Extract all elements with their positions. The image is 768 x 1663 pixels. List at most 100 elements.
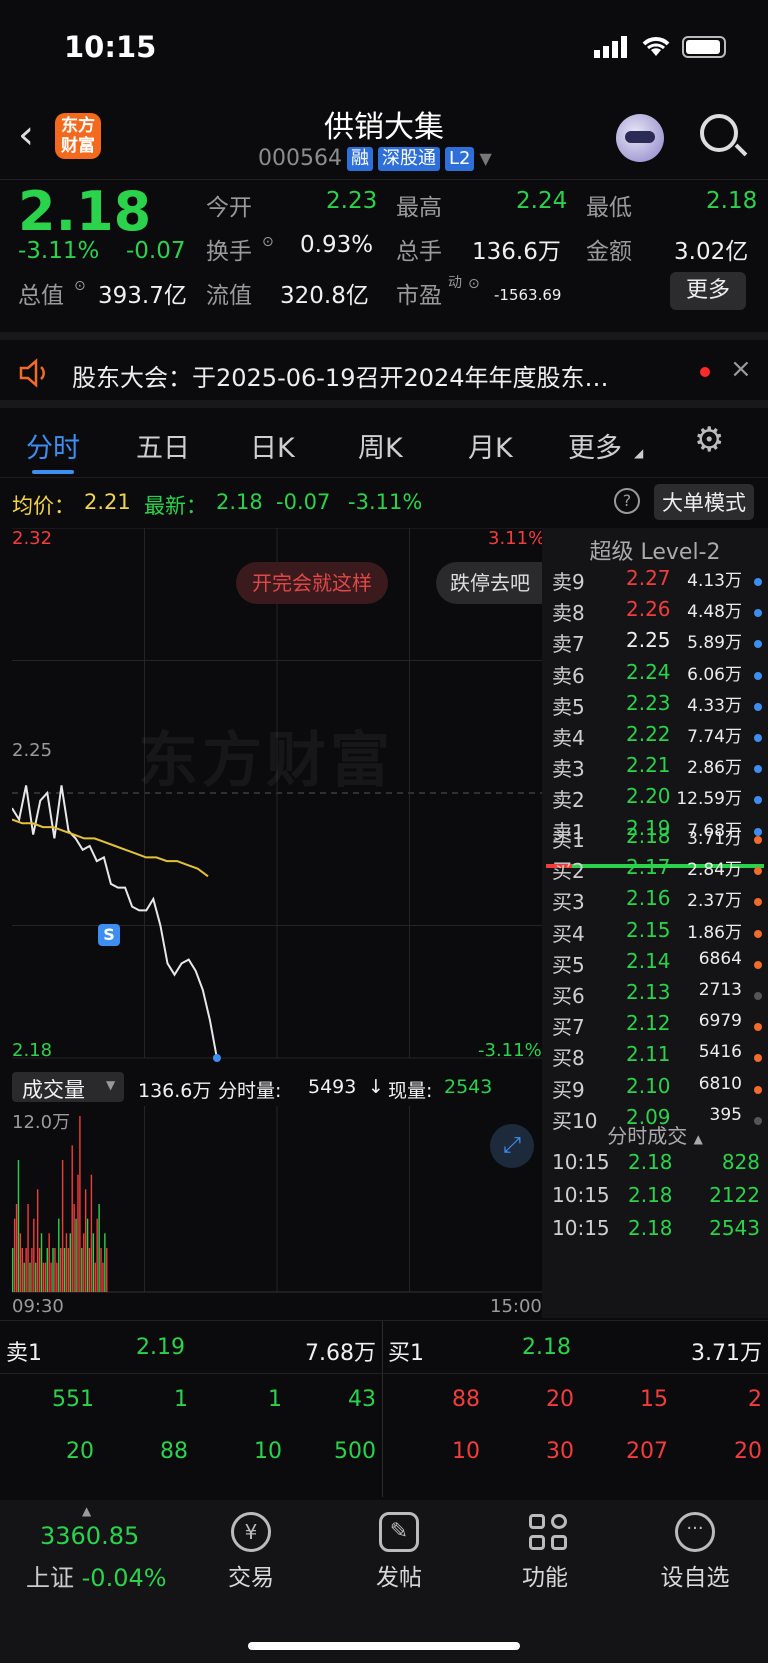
index-value[interactable]: 3360.85 xyxy=(40,1522,139,1550)
close-icon[interactable]: × xyxy=(730,354,752,384)
ask-row[interactable]: 卖6 2.24 6.06万 xyxy=(542,660,768,691)
bid-row[interactable]: 买1 2.18 3.71万 xyxy=(542,824,768,855)
volume-bar xyxy=(12,1248,14,1292)
volume-bar xyxy=(94,1262,96,1292)
tab-monthly[interactable]: 月K xyxy=(468,426,513,465)
info-icon[interactable]: ⊙ xyxy=(262,234,274,250)
index-row[interactable]: 上证 -0.04% xyxy=(26,1558,167,1593)
volume-bar xyxy=(84,1189,87,1292)
x-axis-end-label: 15:00 xyxy=(490,1296,542,1317)
ask-row[interactable]: 卖9 2.27 4.13万 xyxy=(542,566,768,597)
more-button[interactable]: 更多 xyxy=(670,272,746,310)
help-icon[interactable]: ? xyxy=(614,488,640,514)
bid-volume: 1.86万 xyxy=(687,922,742,943)
bid-volume: 2.84万 xyxy=(687,860,742,881)
info-icon[interactable]: ⊙ xyxy=(74,278,86,294)
volume-bar xyxy=(50,1262,52,1292)
avg-value: 2.21 xyxy=(84,490,131,514)
open-label: 今开 xyxy=(206,195,252,221)
bid-row[interactable]: 买9 2.10 6810 xyxy=(542,1074,768,1105)
comment-chip[interactable]: 开完会就这样 xyxy=(236,562,388,604)
stock-code-row[interactable]: 000564 融 深股通 L2 ▼ xyxy=(258,146,492,171)
ask-row[interactable]: 卖7 2.25 5.89万 xyxy=(542,628,768,659)
ask-level-label: 卖7 xyxy=(552,632,585,657)
ask-level-label: 卖4 xyxy=(552,726,585,750)
volume-bar xyxy=(38,1248,41,1292)
signal-icon xyxy=(594,36,627,58)
bid-level-label: 买7 xyxy=(552,1015,585,1040)
notice-bar[interactable]: 股东大会：于2025-06-19召开2024年年度股东… × xyxy=(0,340,768,408)
bid-row[interactable]: 买3 2.16 2.37万 xyxy=(542,886,768,917)
volume-bar xyxy=(56,1262,58,1292)
ask-dot xyxy=(754,671,762,680)
trade-price: 2.18 xyxy=(628,1216,673,1240)
tab-weekly[interactable]: 周K xyxy=(358,426,403,465)
tab-more[interactable]: 更多 xyxy=(568,426,622,465)
queue-order: 1 xyxy=(268,1387,282,1412)
latest-label: 最新： xyxy=(144,494,207,518)
ask-price: 2.21 xyxy=(626,753,671,778)
caret-up-icon[interactable]: ▲ xyxy=(82,1504,91,1518)
comment-chip[interactable]: 跌停去吧 xyxy=(436,562,542,604)
tab-intraday[interactable]: 分时 xyxy=(26,426,80,465)
add-watchlist-label: 设自选 xyxy=(660,1565,730,1591)
tag-margin: 融 xyxy=(346,146,373,171)
volume-bar xyxy=(100,1248,102,1292)
float-label: 流值 xyxy=(206,283,252,309)
sell-signal-marker[interactable]: S xyxy=(98,924,120,946)
bid-level-label: 买5 xyxy=(552,952,585,977)
latest-percent: -3.11% xyxy=(348,490,423,514)
volume-bar xyxy=(77,1174,79,1292)
trade-button[interactable]: ¥ 交易 xyxy=(196,1512,306,1592)
queue-order: 20 xyxy=(66,1439,94,1464)
latest-value: 2.18 xyxy=(216,490,263,514)
ask-level-label: 卖3 xyxy=(552,757,585,782)
big-order-mode-button[interactable]: 大单模式 xyxy=(654,484,754,520)
volume-bar xyxy=(60,1248,62,1292)
bid-row[interactable]: 买5 2.14 6864 xyxy=(542,949,768,980)
amount-label: 金额 xyxy=(586,239,632,265)
bid-row[interactable]: 买4 2.15 1.86万 xyxy=(542,918,768,949)
volume-bar xyxy=(33,1218,35,1292)
bid-dot xyxy=(754,867,762,876)
queue-order: 10 xyxy=(254,1439,282,1464)
bid-price: 2.15 xyxy=(626,917,671,942)
search-icon[interactable] xyxy=(700,114,738,152)
index-name: 上证 xyxy=(26,1564,74,1592)
ask-price: 2.24 xyxy=(626,659,671,684)
volume-bar xyxy=(75,1218,77,1292)
assistant-robot-icon[interactable] xyxy=(616,114,664,162)
trades-header[interactable]: 分时成交 ▲ xyxy=(542,1120,768,1149)
volume-chart[interactable]: 12.0万 09:30 15:00 ⤢ xyxy=(12,1106,542,1318)
battery-icon xyxy=(682,36,726,58)
chevron-down-icon: ▼ xyxy=(106,1078,116,1092)
info-icon[interactable]: ⊙ xyxy=(468,276,480,292)
volume-bar xyxy=(40,1233,43,1292)
add-watchlist-button[interactable]: ··· 设自选 xyxy=(640,1512,750,1592)
volume-bar xyxy=(52,1248,54,1292)
volume-bar xyxy=(44,1262,47,1292)
intraday-chart[interactable]: 2.32 2.25 2.18 3.11% -3.11% 开完会就这样 跌停去吧 … xyxy=(12,528,545,1068)
gear-icon[interactable]: ⚙ xyxy=(694,420,724,460)
ask-row[interactable]: 卖8 2.26 4.48万 xyxy=(542,597,768,628)
ask-volume: 6.06万 xyxy=(687,664,742,685)
period-tabs: 分时 五日 日K 周K 月K 更多 ◢ ⚙ xyxy=(0,408,768,478)
bid-row[interactable]: 买2 2.17 2.84万 xyxy=(542,855,768,886)
order-book: 超级 Level-2 卖9 2.27 4.13万 卖8 2.26 4.48万 卖7 2.25 5… xyxy=(542,528,768,1318)
functions-button[interactable]: 功能 xyxy=(490,1512,600,1592)
ask-row[interactable]: 卖2 2.20 12.59万 xyxy=(542,784,768,815)
bid-row[interactable]: 买6 2.13 2713 xyxy=(542,980,768,1011)
tab-daily[interactable]: 日K xyxy=(250,426,295,465)
volume-bar xyxy=(104,1233,106,1292)
more-dots-icon: ··· xyxy=(675,1512,715,1552)
post-button[interactable]: ✎ 发帖 xyxy=(344,1512,454,1592)
bid-row[interactable]: 买7 2.12 6979 xyxy=(542,1011,768,1042)
ask-row[interactable]: 卖4 2.22 7.74万 xyxy=(542,722,768,753)
ask-row[interactable]: 卖5 2.23 4.33万 xyxy=(542,691,768,722)
tab-5day[interactable]: 五日 xyxy=(136,426,190,465)
volume-bar xyxy=(90,1174,93,1292)
expand-icon[interactable]: ⤢ xyxy=(490,1124,534,1168)
bid-row[interactable]: 买8 2.11 5416 xyxy=(542,1042,768,1073)
ask-row[interactable]: 卖3 2.21 2.86万 xyxy=(542,753,768,784)
queue-order: 20 xyxy=(546,1387,574,1412)
